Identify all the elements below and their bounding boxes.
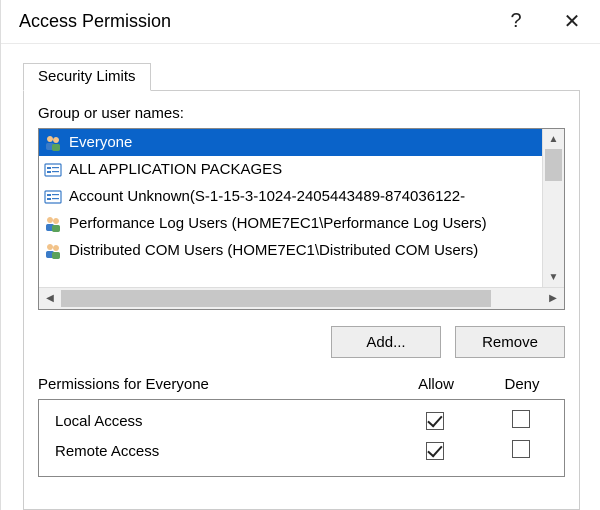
list-item[interactable]: Performance Log Users (HOME7EC1\Performa… xyxy=(39,210,542,237)
list-item-label: Everyone xyxy=(69,134,132,151)
group-icon xyxy=(43,133,63,153)
dialog-content: Security Limits Group or user names: Eve… xyxy=(1,44,600,510)
close-button[interactable]: ✕ xyxy=(544,0,600,44)
permissions-for-label: Permissions for Everyone xyxy=(38,376,209,393)
permission-row: Local Access xyxy=(39,406,564,436)
button-row: Add... Remove xyxy=(38,326,565,358)
list-item[interactable]: ALL APPLICATION PACKAGES xyxy=(39,156,542,183)
scroll-up-icon[interactable]: ▲ xyxy=(543,129,564,149)
allow-checkbox[interactable] xyxy=(426,412,444,430)
hscroll-track[interactable] xyxy=(61,288,542,309)
user-listbox[interactable]: Everyone ALL APPLICATION PACKAGES Account … xyxy=(38,128,565,310)
permission-label: Local Access xyxy=(39,413,392,430)
help-button[interactable]: ? xyxy=(488,0,544,44)
scroll-down-icon[interactable]: ▼ xyxy=(543,267,564,287)
package-icon xyxy=(43,187,63,207)
permissions-header: Permissions for Everyone Allow Deny xyxy=(38,376,565,393)
allow-checkbox[interactable] xyxy=(426,442,444,460)
scroll-track[interactable] xyxy=(543,149,564,267)
group-icon xyxy=(43,214,63,234)
deny-checkbox[interactable] xyxy=(512,440,530,458)
tab-strip: Security Limits xyxy=(23,62,580,90)
permission-row: Remote Access xyxy=(39,436,564,466)
list-item[interactable]: Account Unknown(S-1-15-3-1024-2405443489… xyxy=(39,183,542,210)
scroll-right-icon[interactable]: ▶ xyxy=(542,288,564,309)
window-title: Access Permission xyxy=(19,11,488,32)
hscroll-thumb[interactable] xyxy=(61,290,491,307)
group-user-names-label: Group or user names: xyxy=(38,105,565,122)
titlebar: Access Permission ? ✕ xyxy=(1,0,600,44)
deny-checkbox[interactable] xyxy=(512,410,530,428)
list-item[interactable]: Everyone xyxy=(39,129,542,156)
dialog-window: Access Permission ? ✕ Security Limits Gr… xyxy=(0,0,600,510)
tab-body: Group or user names: Everyone ALL APPLICA… xyxy=(23,90,580,510)
list-item-label: ALL APPLICATION PACKAGES xyxy=(69,161,282,178)
list-item-label: Distributed COM Users (HOME7EC1\Distribu… xyxy=(69,242,478,259)
deny-column-header: Deny xyxy=(479,376,565,393)
add-button[interactable]: Add... xyxy=(331,326,441,358)
list-item-label: Performance Log Users (HOME7EC1\Performa… xyxy=(69,215,487,232)
horizontal-scrollbar[interactable]: ◀ ▶ xyxy=(39,287,564,309)
list-item[interactable]: Distributed COM Users (HOME7EC1\Distribu… xyxy=(39,237,542,264)
group-icon xyxy=(43,241,63,261)
tab-security-limits[interactable]: Security Limits xyxy=(23,63,151,91)
allow-column-header: Allow xyxy=(393,376,479,393)
remove-button[interactable]: Remove xyxy=(455,326,565,358)
package-icon xyxy=(43,160,63,180)
permission-label: Remote Access xyxy=(39,443,392,460)
scroll-thumb[interactable] xyxy=(545,149,562,181)
vertical-scrollbar[interactable]: ▲ ▼ xyxy=(542,129,564,287)
permissions-list: Local Access Remote Access xyxy=(38,399,565,477)
scroll-left-icon[interactable]: ◀ xyxy=(39,288,61,309)
list-item-label: Account Unknown(S-1-15-3-1024-2405443489… xyxy=(69,188,465,205)
